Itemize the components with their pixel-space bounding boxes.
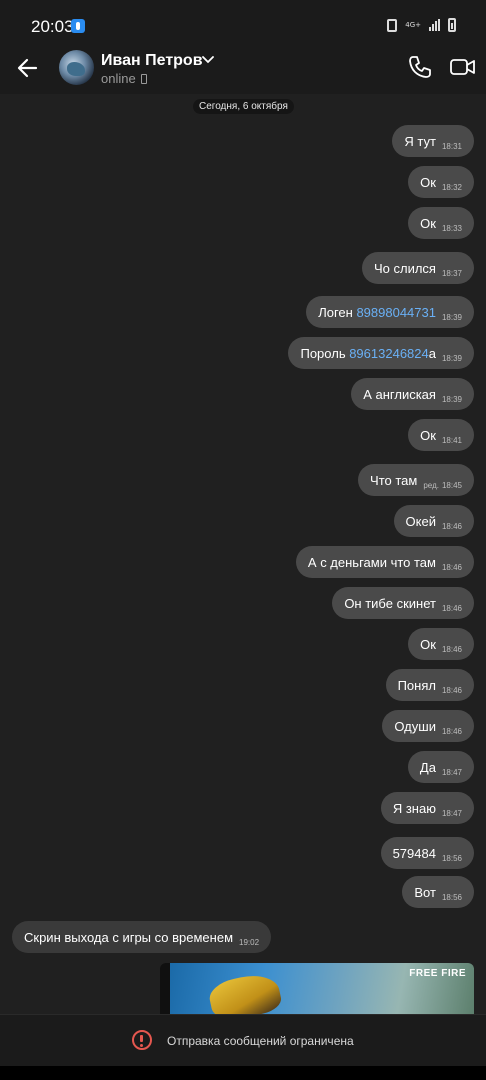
message-bubble[interactable]: Что там ред. 18:45 — [358, 464, 474, 496]
message-text: Ок — [420, 215, 436, 231]
message-time: 18:47 — [441, 808, 462, 818]
phone-link[interactable]: 89898044731 — [356, 305, 436, 320]
message-time: 18:39 — [441, 353, 462, 363]
message-time: 18:56 — [441, 853, 462, 863]
message-bubble[interactable]: Окей 18:46 — [393, 505, 474, 537]
image-message[interactable]: FREE FIRE — [160, 963, 474, 1014]
message-text: 579484 — [392, 845, 436, 861]
video-camera-icon[interactable] — [450, 57, 476, 77]
message-text: Скрин выхода с игры со временем — [24, 929, 234, 945]
contact-name[interactable]: Иван Петров — [101, 52, 203, 70]
message-time: 18:46 — [441, 521, 462, 531]
phone-link[interactable]: 89613246824 — [349, 346, 429, 361]
game-logo-text: FREE FIRE — [409, 968, 466, 979]
message-text: Вот — [414, 884, 436, 900]
message-bubble-incoming[interactable]: Скрин выхода с игры со временем 19:02 — [12, 921, 272, 953]
message-bubble[interactable]: А англиская 18:39 — [351, 378, 474, 410]
message-text: А англиская — [363, 386, 436, 402]
message-text: Что там — [370, 472, 418, 488]
chat-header: Иван Петров online — [0, 50, 486, 94]
message-time: 18:46 — [441, 562, 462, 572]
message-bubble[interactable]: Логен 89898044731 18:39 — [306, 296, 474, 328]
message-bubble[interactable]: Ок 18:32 — [408, 166, 474, 198]
message-text: А с деньгами что там — [307, 554, 436, 570]
signal-icon — [429, 19, 440, 31]
date-separator: Сегодня, 6 октября — [193, 99, 294, 114]
message-bubble[interactable]: Он тибе скинет 18:46 — [332, 587, 474, 619]
message-text: Понял — [397, 677, 436, 693]
message-text-suffix: а — [428, 345, 436, 361]
message-time: 18:33 — [441, 223, 462, 233]
status-bar: 20:03 4G+ — [0, 0, 486, 50]
message-text: Да — [419, 759, 436, 775]
message-text-prefix: Логен — [318, 304, 357, 320]
message-time: 18:46 — [441, 685, 462, 695]
message-list[interactable]: Сегодня, 6 октября Я тут 18:31 Ок 18:32 … — [0, 94, 486, 1014]
message-time: 18:46 — [441, 644, 462, 654]
alarm-icon — [387, 18, 398, 32]
system-icons: 4G+ — [387, 18, 456, 32]
message-edited-label: ред. — [423, 480, 439, 490]
mobile-device-icon — [140, 73, 147, 84]
message-bubble[interactable]: Я тут 18:31 — [392, 125, 474, 157]
message-time: 18:31 — [441, 141, 462, 151]
back-arrow-icon[interactable] — [14, 54, 42, 82]
message-bubble[interactable]: Ок 18:41 — [408, 419, 474, 451]
message-text: Он тибе скинет — [344, 595, 436, 611]
message-time: 18:56 — [441, 892, 462, 902]
message-bubble[interactable]: Пороль 89613246824а 18:39 — [288, 337, 474, 369]
message-bubble[interactable]: Ок 18:46 — [408, 628, 474, 660]
message-text: Логен 89898044731 — [318, 305, 436, 320]
message-bubble[interactable]: А с деньгами что там 18:46 — [295, 546, 474, 578]
warning-icon — [132, 1030, 152, 1050]
message-text: Я знаю — [392, 800, 436, 816]
message-time: 18:46 — [441, 726, 462, 736]
message-text: Ок — [420, 427, 436, 443]
message-time: 18:46 — [441, 603, 462, 613]
battery-icon — [448, 18, 456, 32]
message-bubble[interactable]: Ок 18:33 — [408, 207, 474, 239]
message-text: Ок — [420, 636, 436, 652]
message-bubble[interactable]: Чо слился 18:37 — [361, 252, 474, 284]
message-text: Одуши — [394, 718, 436, 734]
message-time: 18:32 — [441, 182, 462, 192]
network-type-label: 4G+ — [405, 20, 421, 29]
message-time: 19:02 — [239, 937, 260, 947]
restriction-text: Отправка сообщений ограничена — [167, 1034, 354, 1048]
message-bubble[interactable]: 579484 18:56 — [380, 837, 474, 869]
message-time: 18:45 — [441, 480, 462, 490]
message-bubble[interactable]: Да 18:47 — [407, 751, 474, 783]
message-bubble[interactable]: Вот 18:56 — [402, 876, 474, 908]
message-bubble[interactable]: Одуши 18:46 — [382, 710, 474, 742]
message-time: 18:39 — [441, 312, 462, 322]
phone-icon[interactable] — [407, 54, 433, 80]
status-time: 20:03 — [31, 17, 74, 36]
messaging-restricted-banner: Отправка сообщений ограничена — [0, 1014, 486, 1066]
message-time: 18:41 — [441, 435, 462, 445]
presence-status: online — [101, 71, 147, 86]
message-text-prefix: Пороль — [300, 345, 350, 361]
notification-icon — [71, 19, 85, 33]
navigation-bar — [0, 1066, 486, 1080]
message-bubble[interactable]: Понял 18:46 — [385, 669, 474, 701]
message-text: Пороль 89613246824а — [300, 346, 435, 361]
message-text: Окей — [405, 513, 436, 529]
message-text: Я тут — [404, 133, 436, 149]
message-text: Чо слился — [373, 260, 436, 276]
message-time: 18:47 — [441, 767, 462, 777]
avatar[interactable] — [59, 50, 94, 85]
message-bubble[interactable]: Я знаю 18:47 — [380, 792, 474, 824]
message-time: 18:39 — [441, 394, 462, 404]
presence-text: online — [101, 71, 136, 86]
message-text: Ок — [420, 174, 436, 190]
message-time: 18:37 — [441, 268, 462, 278]
chevron-down-icon[interactable] — [202, 56, 214, 64]
